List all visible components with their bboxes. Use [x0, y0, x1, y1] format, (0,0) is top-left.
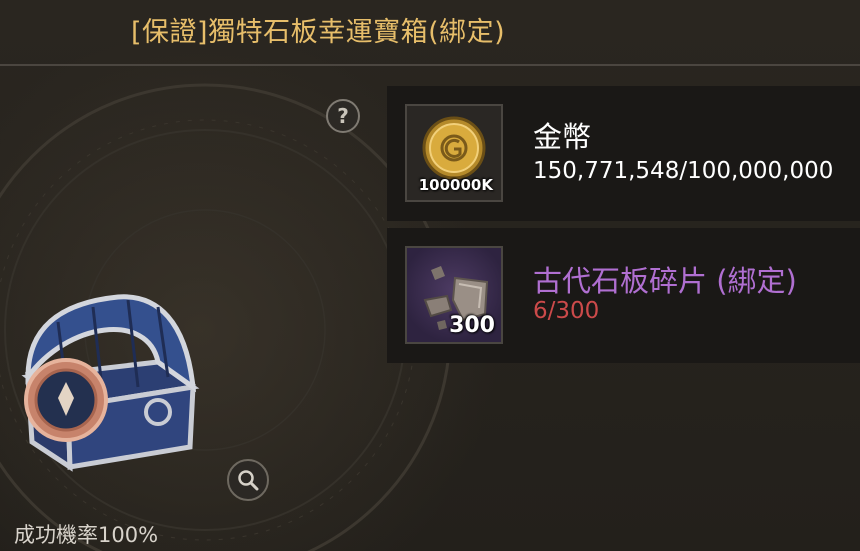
treasure-chest-icon	[21, 294, 200, 472]
title-divider	[0, 64, 860, 66]
question-icon: ?	[337, 104, 349, 128]
material-slot[interactable]: 100000K	[405, 104, 503, 202]
success-rate: 成功機率100%	[14, 523, 159, 547]
material-name: 古代石板碎片 (綁定)	[533, 264, 797, 298]
material-slot[interactable]: 300	[405, 246, 503, 344]
material-count: 6/300	[533, 298, 600, 324]
material-row-stone: 300 古代石板碎片 (綁定) 6/300	[387, 228, 860, 363]
quantity-badge: 100000K	[418, 176, 493, 194]
material-name: 金幣	[533, 120, 592, 154]
magnifier-icon	[238, 470, 259, 491]
zoom-button[interactable]	[227, 459, 269, 501]
quantity-badge: 300	[449, 313, 495, 338]
material-count: 150,771,548/100,000,000	[533, 158, 834, 184]
material-row-gold: 100000K 金幣 150,771,548/100,000,000	[387, 86, 860, 221]
window-title: [保證]獨特石板幸運寶箱(綁定)	[131, 17, 506, 48]
help-button[interactable]: ?	[326, 99, 360, 133]
